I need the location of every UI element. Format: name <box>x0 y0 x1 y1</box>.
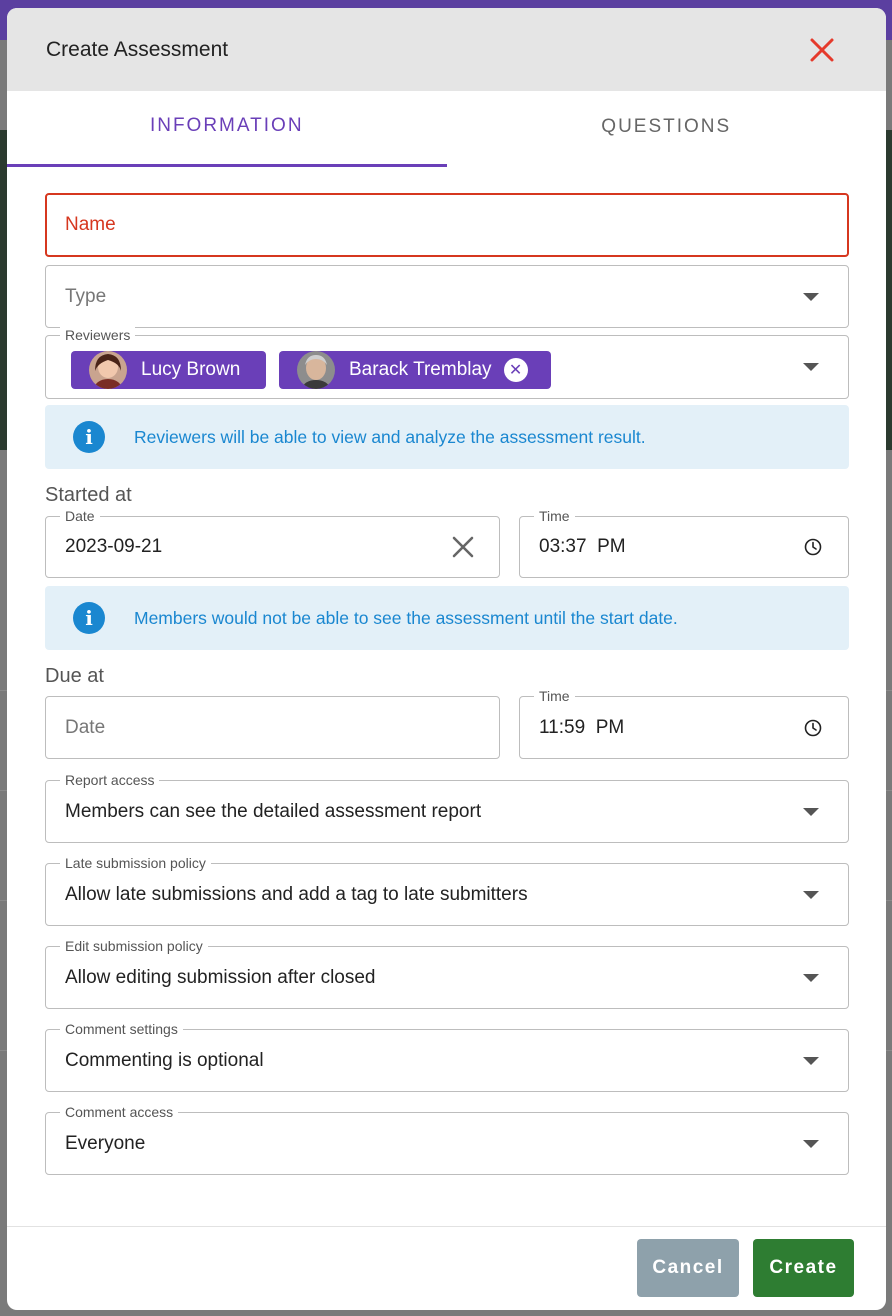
members-info-alert: i Members would not be able to see the a… <box>45 586 849 650</box>
edit-submission-value: Allow editing submission after closed <box>65 966 376 988</box>
info-icon: i <box>73 421 105 453</box>
report-access-select[interactable]: Report access Members can see the detail… <box>45 772 849 843</box>
due-time-field[interactable]: Time 11:59 PM <box>519 688 849 759</box>
tab-bar: INFORMATION QUESTIONS <box>7 91 886 167</box>
comment-settings-value: Commenting is optional <box>65 1049 264 1071</box>
reviewers-info-text: Reviewers will be able to view and analy… <box>134 426 646 447</box>
edit-submission-select[interactable]: Edit submission policy Allow editing sub… <box>45 938 849 1009</box>
chevron-down-icon <box>803 1056 819 1065</box>
close-button[interactable] <box>802 30 842 70</box>
due-at-heading: Due at <box>45 665 104 687</box>
reviewers-label: Reviewers <box>60 327 136 343</box>
due-date-field[interactable]: Date <box>45 696 500 759</box>
start-time-label: Time <box>534 508 575 524</box>
clock-icon[interactable] <box>804 538 822 556</box>
comment-access-value: Everyone <box>65 1132 146 1154</box>
name-placeholder: Name <box>65 214 116 235</box>
reviewer-chip-label: Barack Tremblay <box>349 359 492 380</box>
start-date-field[interactable]: Date 2023-09-21 <box>45 508 500 578</box>
start-time-field[interactable]: Time 03:37 PM <box>519 508 849 578</box>
cancel-button[interactable]: Cancel <box>637 1239 739 1297</box>
clock-icon[interactable] <box>804 719 822 737</box>
avatar <box>89 351 127 389</box>
start-time-value: 03:37 PM <box>539 536 626 557</box>
type-select[interactable]: Type <box>45 265 849 328</box>
clear-icon[interactable] <box>451 535 475 559</box>
report-access-label: Report access <box>60 772 160 788</box>
late-submission-select[interactable]: Late submission policy Allow late submis… <box>45 855 849 926</box>
dialog-header: Create Assessment <box>7 8 886 91</box>
chevron-down-icon <box>803 1139 819 1148</box>
remove-chip-icon[interactable]: ✕ <box>503 358 528 382</box>
name-field[interactable]: Name <box>45 193 849 257</box>
members-info-text: Members would not be able to see the ass… <box>134 607 678 628</box>
comment-access-select[interactable]: Comment access Everyone <box>45 1104 849 1175</box>
dialog-title: Create Assessment <box>46 37 229 61</box>
start-date-label: Date <box>60 508 100 524</box>
due-time-value: 11:59 PM <box>539 716 625 738</box>
info-icon: i <box>73 602 105 634</box>
report-access-value: Members can see the detailed assessment … <box>65 800 482 822</box>
footer-divider <box>7 1226 886 1227</box>
chevron-down-icon <box>803 807 819 816</box>
tab-information[interactable]: INFORMATION <box>7 91 447 167</box>
create-assessment-dialog: Create Assessment INFORMATION QUESTIONS … <box>7 8 886 1310</box>
edit-submission-label: Edit submission policy <box>60 938 208 954</box>
late-submission-label: Late submission policy <box>60 855 211 871</box>
late-submission-value: Allow late submissions and add a tag to … <box>65 883 528 905</box>
chevron-down-icon <box>803 973 819 982</box>
reviewer-chip-lucy-brown[interactable]: Lucy Brown <box>71 351 266 389</box>
comment-settings-select[interactable]: Comment settings Commenting is optional <box>45 1021 849 1092</box>
create-button[interactable]: Create <box>753 1239 854 1297</box>
close-icon <box>810 38 834 61</box>
reviewer-chip-barack-tremblay[interactable]: Barack Tremblay ✕ <box>279 351 551 389</box>
start-date-value: 2023-09-21 <box>65 536 163 557</box>
avatar <box>297 351 335 389</box>
type-placeholder: Type <box>65 285 107 307</box>
comment-settings-label: Comment settings <box>60 1021 183 1037</box>
reviewers-select[interactable]: Reviewers Lucy Brown Barack Tremblay ✕ <box>45 327 849 399</box>
started-at-heading: Started at <box>45 484 132 506</box>
reviewers-info-alert: i Reviewers will be able to view and ana… <box>45 405 849 469</box>
comment-access-label: Comment access <box>60 1104 179 1120</box>
chevron-down-icon <box>803 363 819 371</box>
chevron-down-icon <box>803 292 819 301</box>
due-date-placeholder: Date <box>65 716 106 738</box>
tab-questions[interactable]: QUESTIONS <box>447 91 887 167</box>
reviewer-chip-label: Lucy Brown <box>141 359 241 380</box>
due-time-label: Time <box>534 688 575 704</box>
chevron-down-icon <box>803 890 819 899</box>
